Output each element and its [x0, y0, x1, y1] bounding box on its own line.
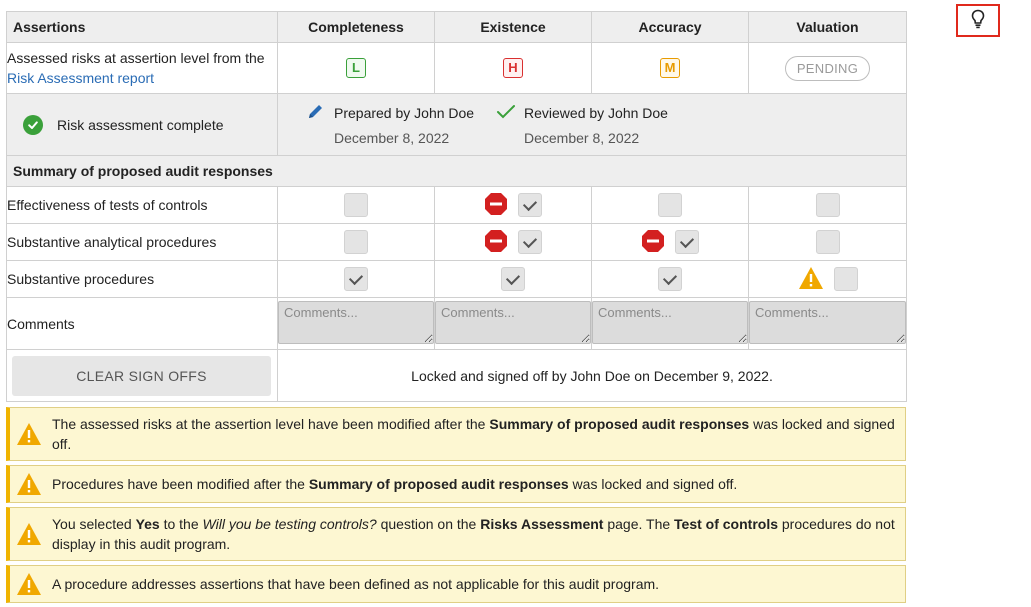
- alert-text-part: to the: [159, 516, 203, 532]
- warning-icon: [16, 472, 42, 496]
- comments-row: Comments: [6, 297, 907, 350]
- alert-text-bold: Summary of proposed audit responses: [308, 476, 569, 492]
- existence-header: Existence: [434, 11, 592, 43]
- checkmark-icon: [496, 103, 516, 124]
- checkbox-tests-valuation[interactable]: [815, 193, 840, 217]
- checkbox-tests-existence[interactable]: [518, 193, 542, 217]
- summary-section-title: Summary of proposed audit responses: [6, 155, 907, 187]
- reviewed-date: December 8, 2022: [524, 130, 640, 146]
- warning-icon: [16, 572, 42, 596]
- alert-test-of-controls: You selected Yes to the Will you be test…: [6, 507, 906, 561]
- comments-existence-field[interactable]: [435, 300, 591, 344]
- procedure-label: Effectiveness of tests of controls: [6, 186, 278, 224]
- alert-text-italic: Will you be testing controls?: [202, 516, 377, 532]
- checkbox-tests-accuracy[interactable]: [658, 193, 682, 217]
- signoff-actions-row: CLEAR SIGN OFFS Locked and signed off by…: [6, 349, 907, 402]
- prepared-by-text: Prepared by John Doe: [334, 105, 475, 121]
- lightbulb-icon: [971, 9, 985, 32]
- alert-procedures-modified: Procedures have been modified after the …: [6, 465, 906, 503]
- checkbox-substantive-accuracy[interactable]: [658, 267, 682, 291]
- alert-text-part: was locked and signed off.: [568, 476, 738, 492]
- stop-icon: [484, 229, 508, 256]
- reviewed-signoff: Reviewed by John Doe December 8, 2022: [496, 104, 668, 146]
- procedure-label: Substantive procedures: [6, 260, 278, 298]
- valuation-header: Valuation: [748, 11, 907, 43]
- reviewed-by-text: Reviewed by John Doe: [524, 105, 668, 121]
- warning-icon: [16, 522, 42, 546]
- assertions-table: Assertions Completeness Existence Accura…: [6, 11, 907, 402]
- summary-section-row: Summary of proposed audit responses: [6, 155, 907, 187]
- assessed-risks-text: Assessed risks at assertion level from t…: [7, 50, 265, 66]
- alert-text-part: page. The: [603, 516, 675, 532]
- accuracy-header: Accuracy: [591, 11, 749, 43]
- alert-risks-modified: The assessed risks at the assertion leve…: [6, 407, 906, 461]
- clear-sign-offs-button[interactable]: CLEAR SIGN OFFS: [12, 355, 271, 396]
- alert-text-part: question on the: [376, 516, 481, 532]
- alert-text: The assessed risks at the assertion leve…: [52, 414, 895, 454]
- stop-icon: [641, 229, 665, 256]
- comments-label: Comments: [6, 297, 278, 350]
- comments-accuracy-field[interactable]: [592, 300, 748, 344]
- warning-icon: [16, 422, 42, 446]
- comments-completeness-field[interactable]: [278, 300, 434, 344]
- risk-assessment-status: Risk assessment complete: [7, 114, 277, 135]
- lightbulb-button[interactable]: [956, 4, 1000, 37]
- alerts-list: The assessed risks at the assertion leve…: [6, 407, 906, 603]
- procedure-row: Effectiveness of tests of controls: [6, 186, 907, 224]
- checkbox-analytical-completeness[interactable]: [344, 230, 368, 254]
- risk-badge-low: L: [346, 58, 366, 78]
- risk-assessment-report-link[interactable]: Risk Assessment report: [7, 70, 154, 86]
- prepared-date: December 8, 2022: [334, 130, 450, 146]
- signoff-row: Risk assessment complete Prepared by Joh…: [6, 93, 907, 156]
- warning-icon: [798, 266, 824, 293]
- checkbox-substantive-completeness[interactable]: [344, 267, 368, 291]
- comments-valuation-field[interactable]: [749, 300, 906, 344]
- alert-text: Procedures have been modified after the …: [52, 474, 895, 494]
- risk-assessment-status-text: Risk assessment complete: [57, 116, 224, 133]
- pencil-icon: [306, 103, 326, 124]
- completeness-header: Completeness: [277, 11, 435, 43]
- checkbox-analytical-valuation[interactable]: [815, 230, 840, 254]
- alert-not-applicable-assertions: A procedure addresses assertions that ha…: [6, 565, 906, 603]
- alert-text-bold: Risks Assessment: [480, 516, 604, 532]
- checkbox-tests-completeness[interactable]: [344, 193, 368, 217]
- procedure-row: Substantive analytical procedures: [6, 223, 907, 261]
- alert-text: You selected Yes to the Will you be test…: [52, 514, 895, 554]
- alert-text-part: You selected: [52, 516, 136, 532]
- header-row: Assertions Completeness Existence Accura…: [6, 11, 907, 43]
- pending-badge: PENDING: [784, 55, 871, 81]
- checkbox-analytical-existence[interactable]: [518, 230, 542, 254]
- alert-text-part: Procedures have been modified after the: [52, 476, 309, 492]
- alert-text-bold: Yes: [135, 516, 160, 532]
- prepared-signoff: Prepared by John Doe December 8, 2022: [306, 104, 474, 146]
- stop-icon: [484, 192, 508, 219]
- procedure-row: Substantive procedures: [6, 260, 907, 298]
- assertions-panel: Assertions Completeness Existence Accura…: [6, 11, 907, 607]
- alert-text: A procedure addresses assertions that ha…: [52, 576, 660, 592]
- checkbox-substantive-existence[interactable]: [501, 267, 525, 291]
- alert-text-part: The assessed risks at the assertion leve…: [52, 416, 490, 432]
- risk-badge-high: H: [503, 58, 523, 78]
- alert-text-bold: Test of controls: [674, 516, 778, 532]
- check-circle-icon: [23, 114, 43, 135]
- checkbox-analytical-accuracy[interactable]: [675, 230, 699, 254]
- assessed-risks-row: Assessed risks at assertion level from t…: [6, 42, 907, 94]
- alert-text-bold: Summary of proposed audit responses: [489, 416, 750, 432]
- risk-badge-medium: M: [660, 58, 680, 78]
- assertions-header: Assertions: [6, 11, 278, 43]
- checkbox-substantive-valuation[interactable]: [833, 267, 858, 291]
- procedure-label: Substantive analytical procedures: [6, 223, 278, 261]
- assessed-risks-label: Assessed risks at assertion level from t…: [6, 42, 278, 94]
- locked-status-text: Locked and signed off by John Doe on Dec…: [277, 349, 907, 402]
